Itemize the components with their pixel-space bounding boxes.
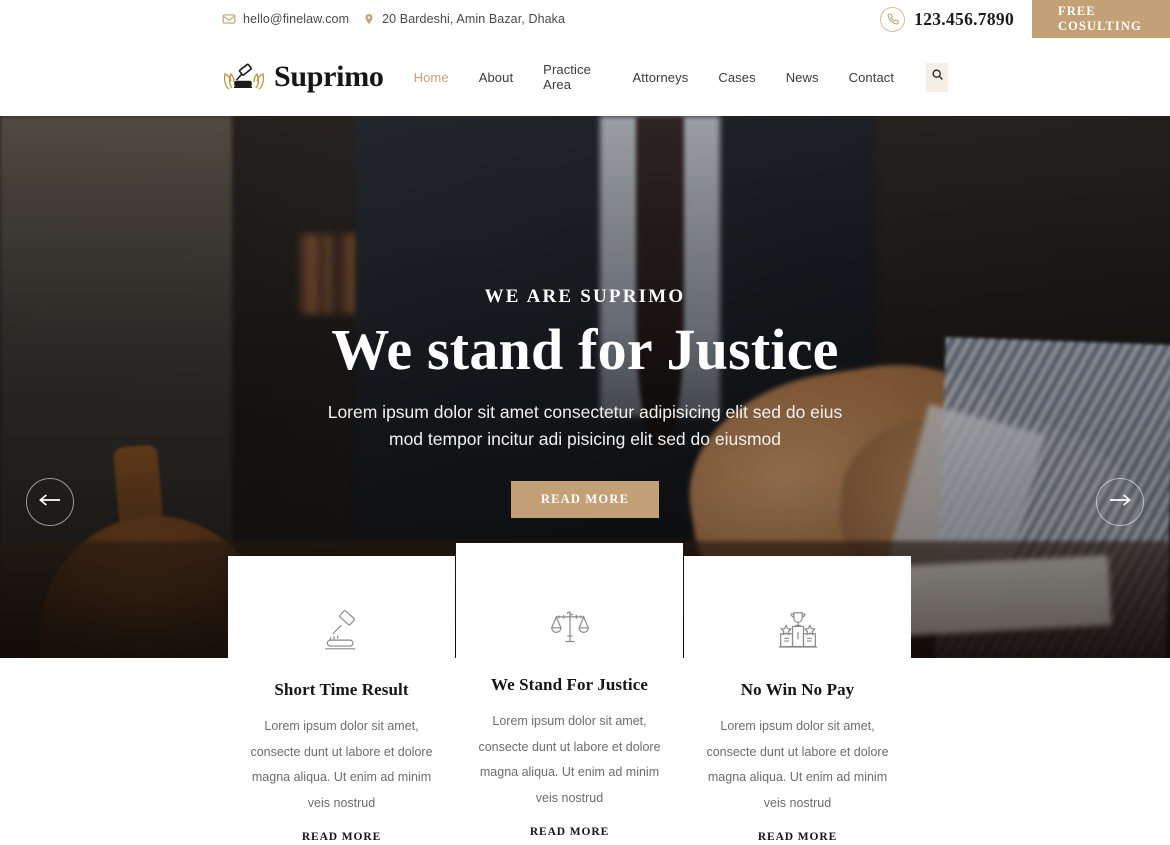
hero-title: We stand for Justice	[331, 317, 839, 382]
address-text: 20 Bardeshi, Amin Bazar, Dhaka	[382, 12, 566, 26]
scales-of-justice-icon	[478, 603, 661, 649]
email-contact[interactable]: hello@finelaw.com	[222, 12, 349, 26]
main-navigation: Home About Practice Area Attorneys Cases…	[384, 62, 1170, 92]
hero-kicker: WE ARE SUPRIMO	[484, 286, 686, 307]
nav-item-contact[interactable]: Contact	[849, 70, 895, 85]
top-bar-right: 123.456.7890 FREE COSULTING	[880, 0, 1170, 38]
map-pin-icon	[363, 12, 375, 26]
feature-card: Short Time Result Lorem ipsum dolor sit …	[228, 556, 455, 845]
nav-item-attorneys[interactable]: Attorneys	[633, 70, 689, 85]
slider-prev-button[interactable]	[26, 478, 74, 526]
feature-read-more-link[interactable]: READ MORE	[758, 831, 837, 843]
arrow-left-icon	[39, 493, 61, 512]
phone-contact[interactable]: 123.456.7890	[880, 0, 1032, 38]
search-button[interactable]	[926, 62, 948, 92]
brand-name: Suprimo	[274, 60, 384, 93]
feature-text: Lorem ipsum dolor sit amet, consecte dun…	[706, 719, 889, 810]
nav-item-practice-area[interactable]: Practice Area	[543, 62, 602, 92]
nav-item-cases[interactable]: Cases	[718, 70, 755, 85]
nav-item-news[interactable]: News	[786, 70, 819, 85]
site-header: Suprimo Home About Practice Area Attorne…	[0, 38, 1170, 116]
feature-text: Lorem ipsum dolor sit amet, consecte dun…	[250, 719, 433, 810]
free-consulting-button[interactable]: FREE COSULTING	[1032, 0, 1170, 38]
arrow-right-icon	[1109, 493, 1131, 512]
hero-subtitle: Lorem ipsum dolor sit amet consectetur a…	[327, 401, 843, 450]
feature-title: No Win No Pay	[740, 680, 855, 699]
phone-number: 123.456.7890	[914, 8, 1014, 29]
envelope-icon	[222, 12, 236, 26]
feature-card: We Stand For Justice Lorem ipsum dolor s…	[456, 543, 683, 840]
trophy-podium-icon	[706, 608, 889, 654]
feature-title: Short Time Result	[274, 680, 409, 699]
hero-read-more-button[interactable]: READ MORE	[510, 481, 660, 519]
nav-item-home[interactable]: Home	[414, 70, 449, 85]
feature-cards: Short Time Result Lorem ipsum dolor sit …	[228, 543, 942, 845]
email-text: hello@finelaw.com	[243, 12, 350, 26]
search-icon	[931, 68, 944, 86]
top-bar: hello@finelaw.com 20 Bardeshi, Amin Baza…	[0, 0, 1170, 38]
slider-next-button[interactable]	[1096, 478, 1144, 526]
top-bar-inner: hello@finelaw.com 20 Bardeshi, Amin Baza…	[0, 0, 1170, 38]
nav-item-about[interactable]: About	[479, 70, 513, 85]
hero-content: WE ARE SUPRIMO We stand for Justice Lore…	[0, 116, 1170, 519]
feature-text: Lorem ipsum dolor sit amet, consecte dun…	[478, 714, 661, 805]
gavel-laurel-icon	[222, 62, 266, 92]
address-contact: 20 Bardeshi, Amin Bazar, Dhaka	[363, 12, 565, 26]
feature-read-more-link[interactable]: READ MORE	[530, 826, 609, 838]
gavel-icon	[250, 608, 433, 654]
brand-logo[interactable]: Suprimo	[222, 60, 384, 94]
feature-card: No Win No Pay Lorem ipsum dolor sit amet…	[684, 556, 911, 845]
feature-read-more-link[interactable]: READ MORE	[302, 831, 381, 843]
feature-title: We Stand For Justice	[490, 675, 649, 694]
phone-icon	[880, 6, 906, 32]
